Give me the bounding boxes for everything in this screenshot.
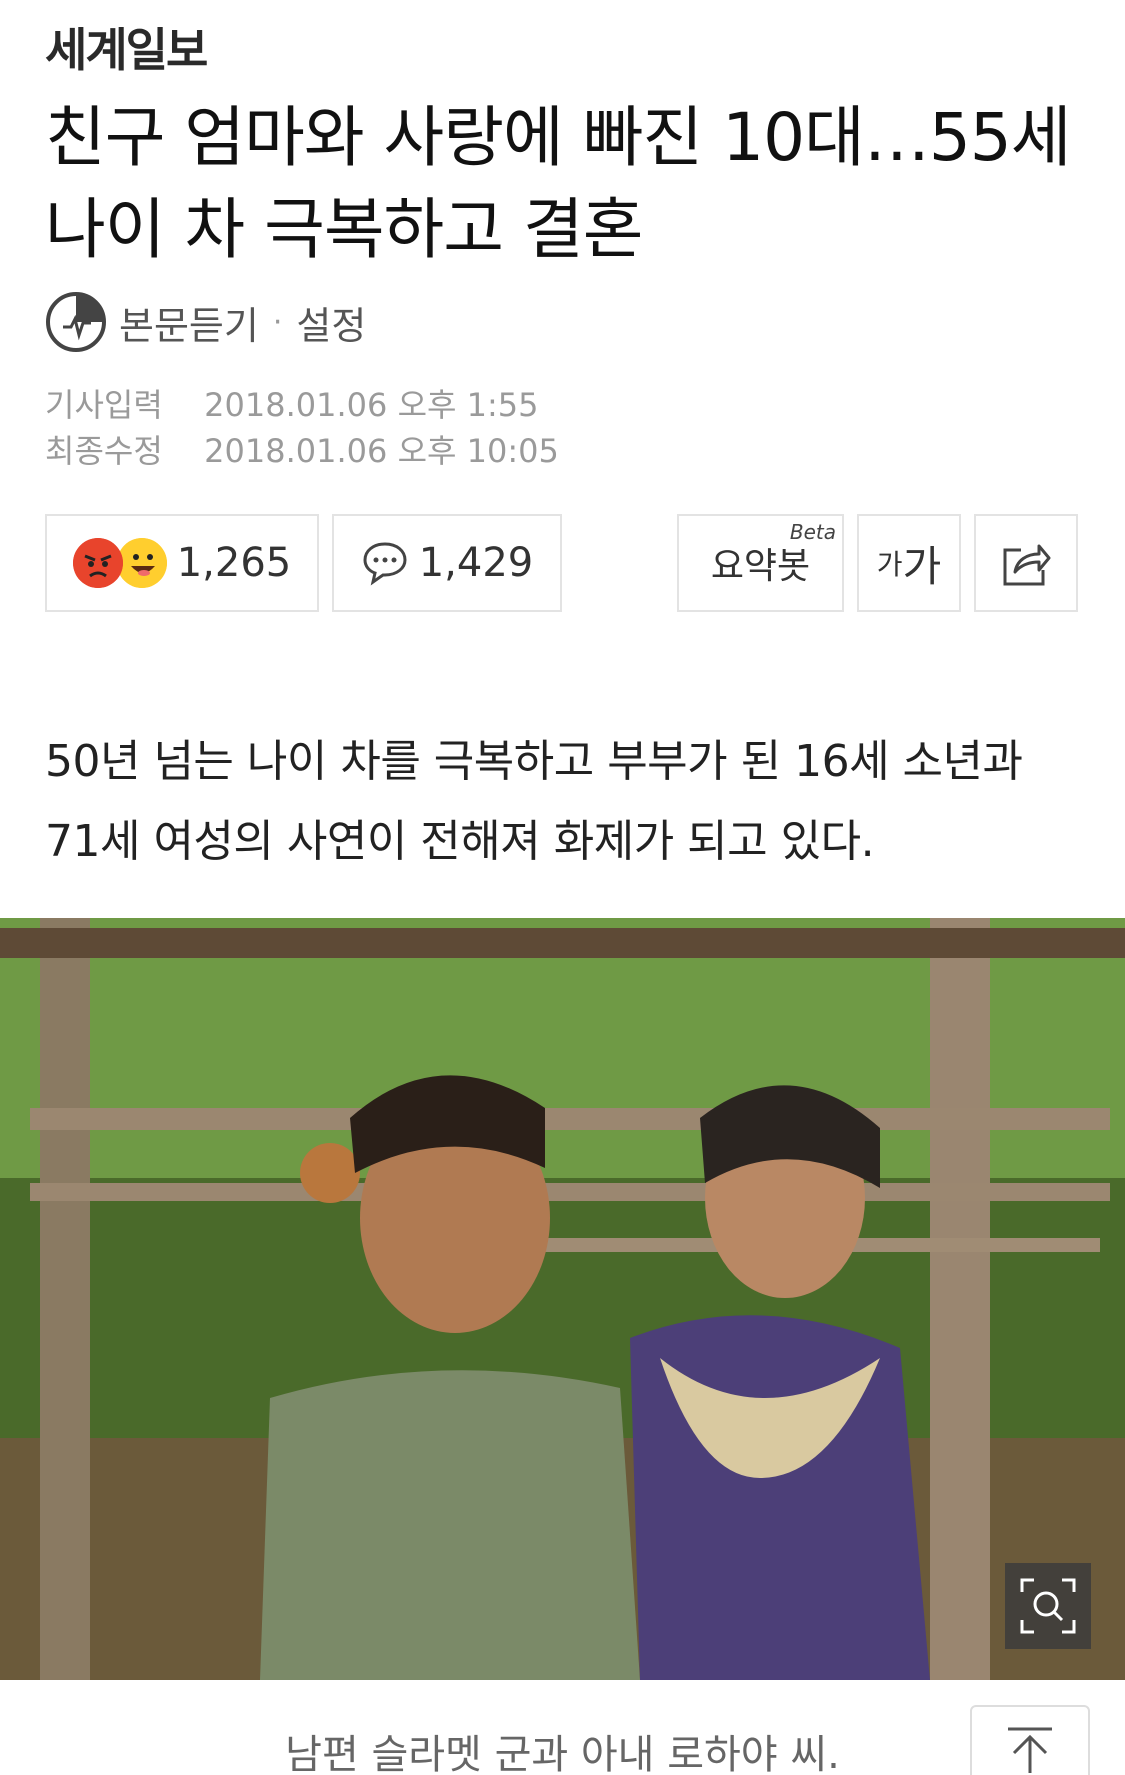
published-label: 기사입력 — [45, 386, 163, 424]
beta-badge: Beta — [789, 520, 836, 544]
modified-row: 최종수정 2018.01.06 오후 10:05 — [45, 428, 559, 474]
photo-zoom-button[interactable] — [1005, 1563, 1091, 1649]
publisher-logo[interactable]: 세계일보 — [45, 14, 208, 80]
tts-icon[interactable] — [45, 291, 107, 353]
reaction-button[interactable]: 1,265 — [45, 514, 319, 612]
published-row: 기사입력 2018.01.06 오후 1:55 — [45, 382, 559, 428]
share-button[interactable] — [974, 514, 1078, 612]
modified-label: 최종수정 — [45, 432, 163, 470]
article-meta: 기사입력 2018.01.06 오후 1:55 최종수정 2018.01.06 … — [45, 382, 559, 474]
zoom-icon — [1020, 1578, 1076, 1634]
font-small-glyph: 가 — [876, 548, 903, 581]
article-headline: 친구 엄마와 사랑에 빠진 10대…55세 나이 차 극복하고 결혼 — [45, 99, 1072, 268]
photo-caption: 남편 슬라멧 군과 아내 로하야 씨. — [285, 1732, 840, 1775]
article-photo[interactable] — [0, 918, 1125, 1680]
font-size-button[interactable]: 가 가 — [857, 514, 961, 612]
reaction-count: 1,265 — [176, 540, 292, 586]
share-icon — [1003, 544, 1051, 586]
angry-emoji-icon — [72, 538, 123, 588]
comment-count: 1,429 — [418, 540, 534, 586]
tts-listen-link[interactable]: 본문듣기 — [119, 295, 259, 350]
arrow-up-icon — [1008, 1727, 1052, 1773]
happy-emoji-icon — [116, 538, 167, 588]
published-value: 2018.01.06 오후 1:55 — [204, 386, 539, 424]
font-big-glyph: 가 — [902, 541, 942, 591]
article-lead: 50년 넘는 나이 차를 극복하고 부부가 된 16세 소년과 71세 여성의 … — [45, 736, 1023, 867]
reaction-emojis — [72, 536, 167, 590]
scroll-top-button[interactable] — [970, 1705, 1090, 1775]
summary-bot-label: 요약봇 — [710, 546, 811, 587]
modified-value: 2018.01.06 오후 10:05 — [204, 432, 559, 470]
tts-settings-link[interactable]: 설정 — [296, 295, 366, 350]
photo-illustration — [0, 918, 1125, 1680]
tts-bar: 본문듣기 · 설정 — [45, 290, 366, 354]
comment-icon — [363, 542, 407, 586]
tts-separator: · — [272, 304, 283, 340]
comment-button[interactable]: 1,429 — [332, 514, 562, 612]
summary-bot-button[interactable]: 요약봇 Beta — [677, 514, 844, 612]
